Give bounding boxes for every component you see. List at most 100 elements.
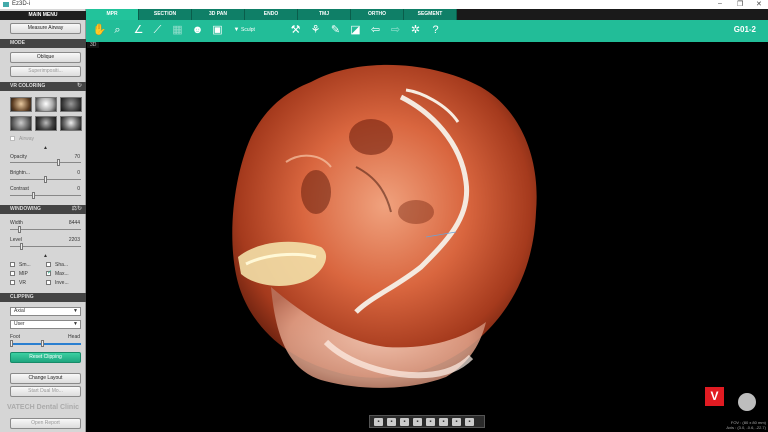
angle-measure-icon[interactable]: ∠	[131, 23, 146, 38]
vr-preset-thumb-1[interactable]	[10, 97, 32, 112]
windowing-title: WINDOWING	[10, 206, 41, 212]
tab-section[interactable]: SECTION	[139, 9, 192, 20]
level-slider[interactable]	[10, 243, 81, 250]
brightness-slider[interactable]	[10, 176, 81, 183]
max-checkbox[interactable]	[46, 269, 52, 276]
edit-icon[interactable]: ✎	[328, 23, 343, 38]
vr-preset-thumb-5[interactable]	[35, 116, 57, 131]
vr-preset-thumb-2[interactable]	[35, 97, 57, 112]
smooth-checkbox[interactable]	[10, 262, 15, 267]
close-icon[interactable]: ✕	[756, 0, 762, 8]
reset-view-icon[interactable]: ✲	[408, 23, 423, 38]
clipping-foot-knob[interactable]	[10, 340, 13, 347]
brightness-label: Brightn...	[10, 170, 31, 176]
opacity-slider-knob[interactable]	[57, 159, 60, 166]
area-measure-icon[interactable]: ▦	[170, 23, 185, 38]
mip-label: MIP	[19, 271, 28, 277]
clipping-range-slider[interactable]	[10, 340, 81, 347]
contrast-slider[interactable]	[10, 192, 81, 199]
refresh-icon[interactable]: ↻	[77, 82, 82, 91]
shade-checkbox[interactable]	[46, 262, 51, 267]
max-label: Max...	[55, 271, 69, 277]
clipping-axis-value: Axial	[14, 308, 25, 314]
width-slider-knob[interactable]	[18, 226, 21, 233]
invert-label: Inve...	[55, 280, 69, 286]
vr-preset-thumb-6[interactable]	[60, 116, 82, 131]
implant-icon[interactable]: ⚒	[288, 23, 303, 38]
level-slider-knob[interactable]	[20, 243, 23, 250]
3d-skull-render[interactable]	[86, 42, 768, 432]
maximize-icon[interactable]: ❐	[737, 0, 743, 8]
clipping-mode-select[interactable]: User ▼	[10, 320, 81, 329]
superimposition-button[interactable]: Superimpositi...	[10, 66, 81, 77]
view-back-icon[interactable]: ▪	[387, 418, 396, 426]
tab-segment[interactable]: SEGMENT	[404, 9, 457, 20]
windowing-header: WINDOWING ⚖↻	[0, 205, 86, 214]
view-front-icon[interactable]: ▪	[374, 418, 383, 426]
tab-mpr[interactable]: MPR	[86, 9, 139, 20]
viewport-bottom-toolbar: ▪ ▪ ▪ ▪ ▪ ▪ ▪ ▪	[369, 415, 485, 428]
view-top-icon[interactable]: ▪	[426, 418, 435, 426]
clipping-axis-select[interactable]: Axial ▼	[10, 307, 81, 316]
measure-airway-button[interactable]: Measure Airway	[10, 23, 81, 34]
zoom-icon[interactable]: ⌕	[110, 23, 125, 38]
smooth-label: Sm...	[19, 262, 31, 268]
orientation-head-icon[interactable]	[736, 392, 758, 412]
brightness-slider-knob[interactable]	[44, 176, 47, 183]
capture-icon[interactable]: ▣	[210, 23, 225, 38]
tab-ortho[interactable]: ORTHO	[351, 9, 404, 20]
mip-checkbox[interactable]	[10, 271, 15, 276]
vr-preset-thumb-4[interactable]	[10, 116, 32, 131]
collapse-caret-icon[interactable]: ▲	[43, 253, 48, 259]
windowing-tools-icon[interactable]: ⚖↻	[72, 205, 82, 214]
nerve-icon[interactable]: ⚘	[308, 23, 323, 38]
tab-tmj[interactable]: TMJ	[298, 9, 351, 20]
help-icon[interactable]: ?	[428, 23, 443, 38]
view-right-icon[interactable]: ▪	[413, 418, 422, 426]
tab-endo[interactable]: ENDO	[245, 9, 298, 20]
clinic-watermark: VATECH Dental Clinic	[6, 404, 80, 411]
main-menu-header: MAIN MENU	[0, 11, 86, 20]
vr-preset-thumb-3[interactable]	[60, 97, 82, 112]
vr-coloring-header: VR COLORING ↻	[0, 82, 86, 91]
collapse-caret-icon[interactable]: ▲	[43, 145, 48, 151]
contrast-slider-knob[interactable]	[32, 192, 35, 199]
vr-coloring-title: VR COLORING	[10, 83, 46, 89]
opacity-slider[interactable]	[10, 159, 81, 166]
view-reset-icon[interactable]: ▪	[465, 418, 474, 426]
width-value: 8444	[68, 220, 80, 226]
sculpt-label[interactable]: Sculpt	[241, 27, 255, 33]
clipping-header: CLIPPING	[0, 293, 86, 302]
app-logo-icon	[3, 2, 9, 7]
clipping-mode-value: User	[14, 321, 25, 327]
invert-checkbox[interactable]	[46, 280, 51, 285]
airway-checkbox[interactable]	[10, 136, 15, 141]
fov-info: FOV : (80 x 80 mm) Axis : (3.0, -0.6, -2…	[726, 420, 766, 430]
contrast-icon[interactable]: ◪	[348, 23, 363, 38]
view-left-icon[interactable]: ▪	[400, 418, 409, 426]
open-report-button[interactable]: Open Report	[10, 418, 81, 429]
undo-arrow-icon[interactable]: ⇦	[368, 23, 383, 38]
change-layout-button[interactable]: Change Layout	[10, 373, 81, 384]
minimize-icon[interactable]: –	[718, 0, 722, 7]
oblique-button[interactable]: Oblique	[10, 52, 81, 63]
vatech-logo: V	[705, 387, 724, 406]
pan-hand-icon[interactable]: ✋	[92, 23, 107, 38]
polyline-measure-icon[interactable]: ⟋	[150, 23, 165, 38]
vr-checkbox[interactable]	[10, 280, 15, 285]
redo-arrow-icon[interactable]: ⇨	[388, 23, 403, 38]
view-bottom-icon[interactable]: ▪	[439, 418, 448, 426]
annotation-icon[interactable]: ☻	[190, 23, 205, 38]
airway-label: Airway	[19, 136, 35, 142]
clipping-head-knob[interactable]	[41, 340, 44, 347]
view-iso-icon[interactable]: ▪	[452, 418, 461, 426]
main-menu-panel: MAIN MENU Measure Airway MODE Oblique Su…	[0, 9, 86, 432]
tab-3d-pan[interactable]: 3D PAN	[192, 9, 245, 20]
window-title: Ez3D-i	[12, 1, 31, 7]
3d-viewport[interactable]: 3D ▪ ▪ ▪ ▪ ▪ ▪ ▪ ▪ V FOV: (80 x 80 mm) …	[86, 42, 768, 432]
width-slider[interactable]	[10, 226, 81, 233]
head-label: Head	[68, 334, 80, 340]
start-dual-mode-button[interactable]: Start Dual Mo...	[10, 386, 81, 397]
reset-clipping-button[interactable]: Reset Clipping	[10, 352, 81, 363]
contrast-label: Contrast	[10, 186, 29, 192]
